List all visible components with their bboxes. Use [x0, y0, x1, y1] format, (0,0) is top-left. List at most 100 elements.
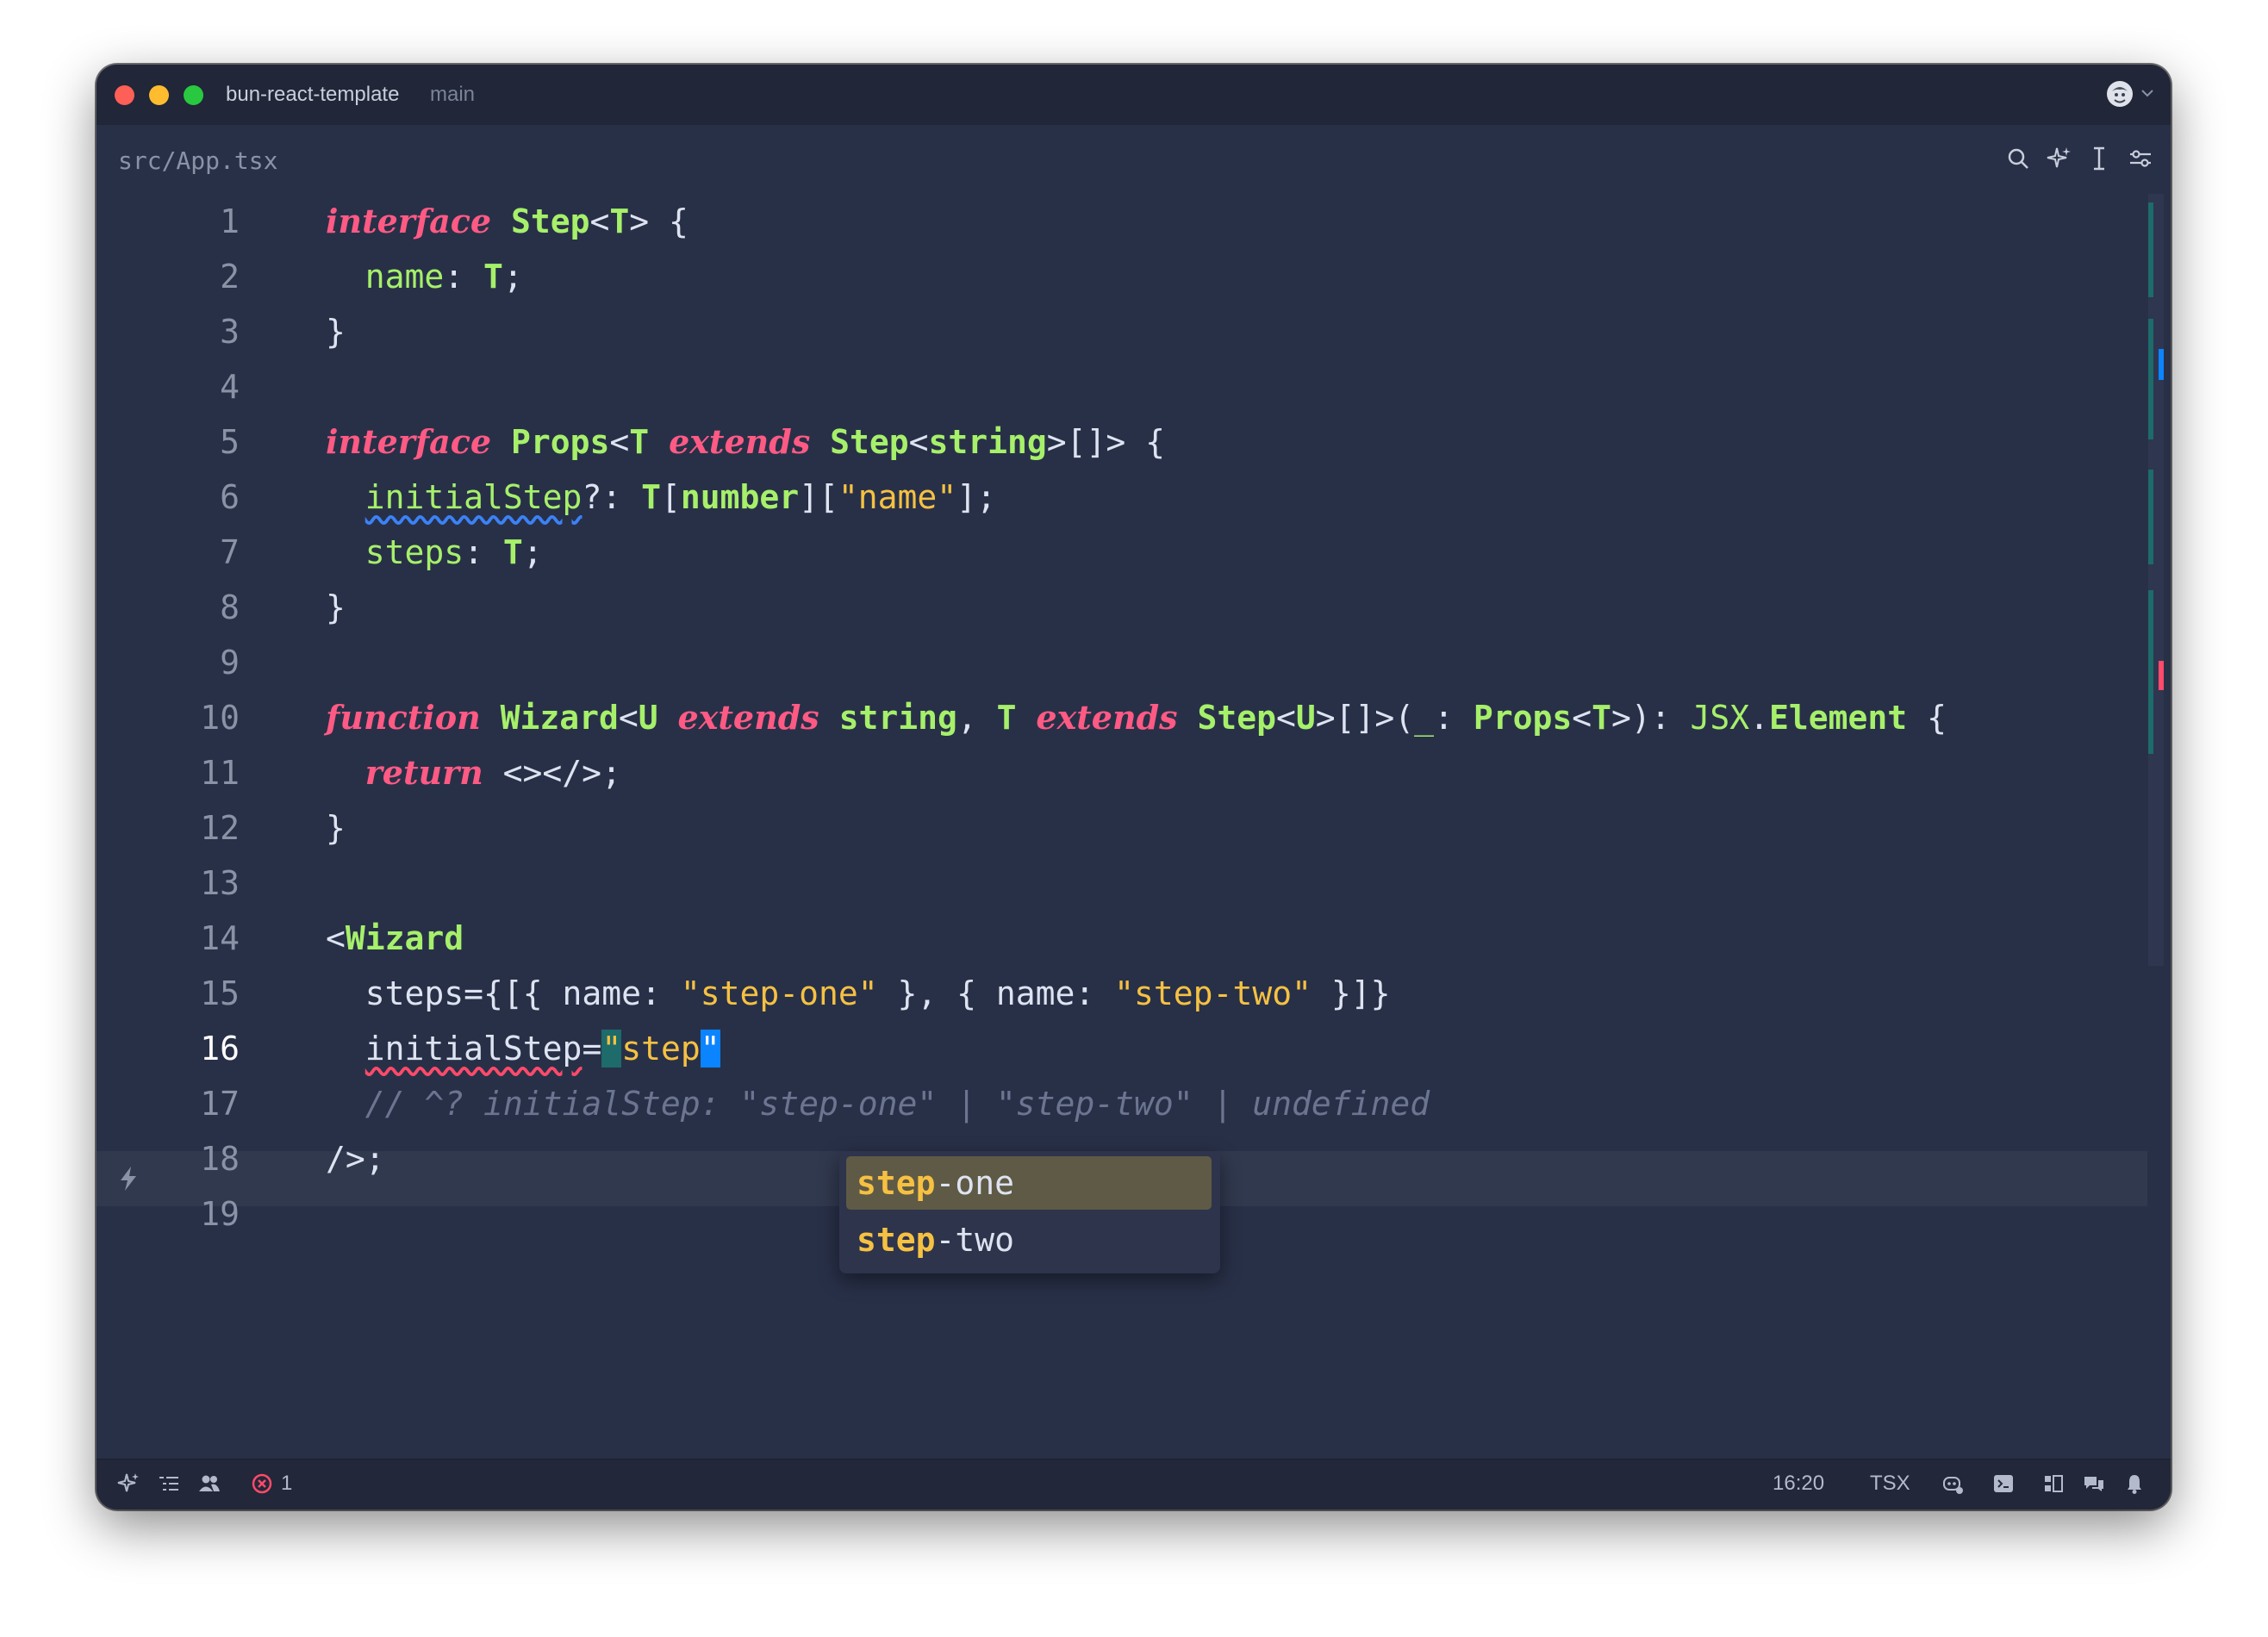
line-number[interactable]: 8 [97, 580, 240, 635]
code-line[interactable]: />; [326, 1131, 385, 1186]
code-token: T [629, 423, 650, 461]
code-token: ]; [956, 478, 996, 516]
line-number[interactable]: 12 [97, 800, 240, 856]
code-line[interactable]: // ^? initialStep: "step-one" | "step-tw… [326, 1076, 1430, 1131]
code-line[interactable]: <Wizard [326, 911, 464, 966]
code-token: . [1749, 699, 1770, 737]
close-window-button[interactable] [115, 85, 134, 105]
code-line[interactable]: steps: T; [326, 525, 543, 580]
code-token: initialStep [364, 478, 583, 516]
line-number[interactable]: 17 [97, 1076, 240, 1131]
code-line[interactable]: initialStep?: T[number]["name"]; [326, 470, 996, 525]
copilot-icon[interactable] [1939, 1471, 1965, 1497]
line-number[interactable]: 11 [97, 745, 240, 800]
error-count[interactable]: 1 [281, 1472, 292, 1496]
scrollbar-marker [2148, 202, 2153, 297]
autocomplete-match: step [857, 1164, 936, 1202]
layout-panel-icon[interactable] [2041, 1471, 2066, 1497]
bell-icon[interactable] [2122, 1471, 2147, 1497]
user-avatar-icon[interactable] [2105, 79, 2134, 109]
line-number[interactable]: 7 [97, 525, 240, 580]
scrollbar-marker [2148, 590, 2153, 754]
sliders-icon[interactable] [2126, 144, 2155, 173]
line-number[interactable]: 1 [97, 194, 240, 249]
text-cursor-icon[interactable] [2084, 144, 2114, 173]
line-number[interactable]: 14 [97, 911, 240, 966]
line-number[interactable]: 9 [97, 635, 240, 690]
scrollbar-marker [2148, 319, 2153, 439]
code-token: />; [326, 1140, 385, 1178]
code-line[interactable]: } [326, 580, 346, 635]
zoom-window-button[interactable] [184, 85, 203, 105]
autocomplete-item[interactable]: step-two [846, 1213, 1212, 1267]
code-token: <></>; [483, 754, 621, 792]
line-number[interactable]: 6 [97, 470, 240, 525]
collaborators-icon[interactable] [196, 1471, 222, 1497]
autocomplete-item[interactable]: step-one [846, 1156, 1212, 1210]
code-token: Props [1473, 699, 1573, 737]
terminal-icon[interactable] [1991, 1471, 2016, 1497]
line-number[interactable]: 10 [97, 690, 240, 745]
code-token: >[]>( [1315, 699, 1415, 737]
code-token: number [680, 478, 800, 516]
code-token: > { [629, 202, 688, 240]
code-token: U [638, 699, 658, 737]
code-line[interactable]: function Wizard<U extends string, T exte… [326, 690, 1947, 745]
line-number[interactable]: 2 [97, 249, 240, 304]
code-token: "name" [838, 478, 957, 516]
minimize-window-button[interactable] [149, 85, 169, 105]
line-number[interactable]: 5 [97, 414, 240, 470]
line-number[interactable]: 16 [97, 1021, 240, 1076]
code-token: : [641, 974, 681, 1012]
code-token: name [364, 258, 445, 296]
code-line[interactable]: interface Props<T extends Step<string>[]… [326, 414, 1165, 470]
code-token: " [700, 1030, 720, 1067]
outline-icon[interactable] [156, 1471, 182, 1497]
code-token: : [1075, 974, 1115, 1012]
code-line[interactable]: return <></>; [326, 745, 621, 800]
code-token: : [1434, 699, 1474, 737]
code-token: [ [660, 478, 681, 516]
code-line[interactable]: } [326, 304, 346, 359]
code-line[interactable]: } [326, 800, 346, 856]
language-mode[interactable]: TSX [1870, 1472, 1910, 1496]
code-line[interactable]: steps={[{ name: "step-one" }, { name: "s… [326, 966, 1391, 1021]
code-token: extends [669, 422, 811, 461]
scrollbar[interactable] [2148, 194, 2164, 966]
code-token: string [838, 699, 957, 737]
file-path-breadcrumb[interactable]: src/App.tsx [118, 146, 277, 175]
code-token: extends [1036, 698, 1178, 737]
code-token: _ [1414, 699, 1435, 737]
line-number[interactable]: 18 [97, 1131, 240, 1186]
code-token: } [326, 809, 346, 847]
sparkle-icon[interactable] [115, 1471, 141, 1497]
sparkle-icon[interactable] [2044, 144, 2073, 173]
line-number[interactable]: 19 [97, 1186, 240, 1242]
code-line[interactable]: name: T; [326, 249, 523, 304]
code-line[interactable]: interface Step<T> { [326, 194, 688, 249]
code-line[interactable]: initialStep="step" [326, 1021, 720, 1076]
code-token: } [326, 588, 346, 626]
line-number[interactable]: 3 [97, 304, 240, 359]
code-token: } [326, 313, 346, 351]
error-icon[interactable] [249, 1471, 275, 1497]
chevron-down-icon[interactable] [2140, 85, 2155, 101]
line-number[interactable]: 4 [97, 359, 240, 414]
project-name[interactable]: bun-react-template [226, 83, 399, 107]
line-number[interactable]: 15 [97, 966, 240, 1021]
code-token: " [601, 1030, 622, 1067]
code-token: < [1572, 699, 1592, 737]
code-token: function [326, 698, 481, 737]
code-token: T [641, 478, 661, 516]
search-icon[interactable] [2003, 144, 2033, 173]
chat-icon[interactable] [2081, 1471, 2107, 1497]
branch-name[interactable]: main [430, 83, 475, 107]
code-token: , [956, 699, 997, 737]
cursor-position[interactable]: 16:20 [1773, 1472, 1824, 1496]
line-number[interactable]: 13 [97, 856, 240, 911]
